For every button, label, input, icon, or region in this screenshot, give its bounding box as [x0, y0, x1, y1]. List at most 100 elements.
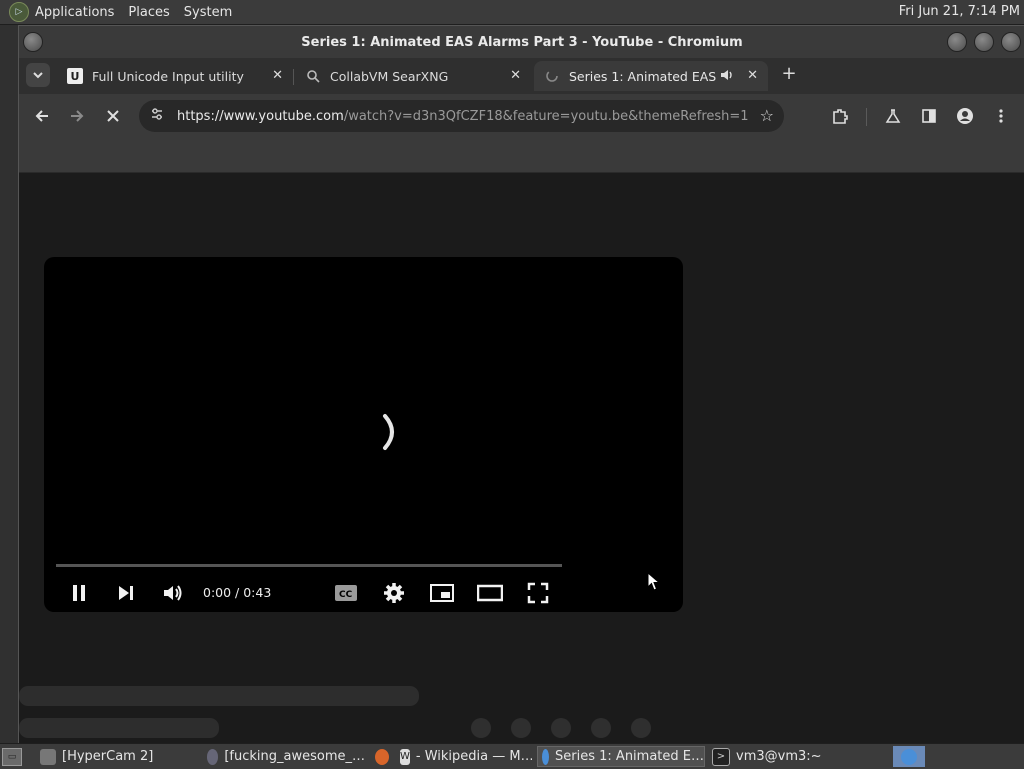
svg-text:CC: CC	[339, 590, 353, 600]
kebab-menu-icon[interactable]	[989, 104, 1013, 128]
taskbar-item-label: [fucking_awesome_…	[224, 749, 365, 764]
miniplayer-button[interactable]	[428, 579, 456, 607]
fullscreen-icon	[527, 582, 549, 604]
top-panel: ▷ Applications Places System Fri Jun 21,…	[0, 0, 1024, 25]
taskbar-item-firefox[interactable]	[371, 746, 395, 767]
captions-button[interactable]: CC	[332, 579, 360, 607]
tab-title: Full Unicode Input utility	[92, 68, 244, 84]
action-skeleton	[631, 718, 651, 738]
taskbar-item-terminal[interactable]: > vm3@vm3:~	[708, 746, 868, 767]
menu-places[interactable]: Places	[128, 5, 169, 20]
taskbar-item-label: - Wikipedia — M…	[415, 749, 532, 764]
firefox-icon	[375, 748, 389, 765]
unicode-u-icon: U	[67, 68, 83, 84]
address-bar[interactable]: https://www.youtube.com/watch?v=d3n3QfCZ…	[139, 100, 784, 132]
browser-window: Series 1: Animated EAS Alarms Part 3 - Y…	[18, 25, 1024, 744]
arrow-right-icon	[71, 110, 84, 122]
action-skeleton	[471, 718, 491, 738]
tab-unicode[interactable]: U Full Unicode Input utility ✕	[57, 61, 294, 91]
tab-strip: U Full Unicode Input utility ✕ CollabVM …	[19, 58, 1024, 94]
loading-icon	[544, 68, 560, 84]
cc-icon: CC	[335, 585, 357, 601]
time-display: 0:00 / 0:43	[203, 585, 272, 600]
taskbar-item-label: Series 1: Animated E…	[555, 749, 704, 764]
pause-button[interactable]	[65, 579, 93, 607]
tab-title: Series 1: Animated EAS Al	[569, 68, 719, 84]
desktop-edge	[0, 25, 19, 743]
browser-toolbar: https://www.youtube.com/watch?v=d3n3QfCZ…	[19, 94, 1024, 138]
taskbar-item-hypercam[interactable]: [HyperCam 2]	[36, 746, 196, 767]
window-menu-button[interactable]	[23, 32, 43, 52]
theater-mode-button[interactable]	[476, 579, 504, 607]
url-host: https://www.youtube.com	[177, 108, 344, 124]
tab-searxng[interactable]: CollabVM SearXNG ✕	[295, 61, 531, 91]
arrow-left-icon	[35, 110, 48, 122]
bookmark-star-icon[interactable]: ☆	[760, 106, 774, 125]
miniplayer-icon	[430, 584, 454, 602]
title-skeleton	[19, 686, 419, 706]
extensions-icon[interactable]	[828, 104, 852, 128]
channel-skeleton	[19, 718, 219, 738]
bottom-taskbar: ▭ [HyperCam 2] [fucking_awesome_… W - Wi…	[0, 743, 1024, 769]
mouse-cursor-icon	[647, 572, 661, 591]
taskbar-item-chromium[interactable]: Series 1: Animated E…	[537, 746, 705, 767]
volume-icon	[164, 585, 182, 601]
window-title: Series 1: Animated EAS Alarms Part 3 - Y…	[301, 34, 743, 50]
back-button[interactable]	[30, 104, 54, 128]
show-desktop-button[interactable]: ▭	[2, 748, 22, 766]
url-text: https://www.youtube.com/watch?v=d3n3QfCZ…	[177, 109, 749, 124]
action-skeleton	[551, 718, 571, 738]
menu-applications[interactable]: Applications	[35, 5, 114, 20]
forward-button[interactable]	[65, 104, 89, 128]
progress-bar[interactable]	[56, 564, 562, 567]
labs-flask-icon[interactable]	[881, 104, 905, 128]
gear-icon	[384, 583, 404, 603]
player-controls: 0:00 / 0:43 CC	[44, 575, 683, 609]
hypercam-icon	[40, 748, 56, 765]
media-icon	[207, 748, 219, 765]
audio-playing-icon[interactable]	[720, 68, 734, 85]
loading-spinner-icon	[379, 412, 403, 452]
toolbar-separator	[866, 108, 867, 126]
tab-youtube[interactable]: Series 1: Animated EAS Al ✕	[534, 61, 768, 91]
terminal-icon: >	[712, 747, 730, 766]
wikipedia-icon: W	[400, 748, 410, 765]
tab-title: CollabVM SearXNG	[330, 68, 449, 84]
tab-close-icon[interactable]: ✕	[272, 68, 283, 83]
new-tab-button[interactable]: +	[777, 63, 801, 84]
stop-loading-button[interactable]	[101, 104, 125, 128]
site-info-icon[interactable]	[147, 107, 167, 125]
maximize-button[interactable]	[974, 32, 994, 52]
taskbar-item-label: vm3@vm3:~	[736, 749, 822, 764]
taskbar-item-media[interactable]: [fucking_awesome_…	[203, 746, 365, 767]
clock[interactable]: Fri Jun 21, 7:14 PM	[899, 4, 1020, 19]
tab-close-icon[interactable]: ✕	[747, 68, 758, 83]
minimize-button[interactable]	[947, 32, 967, 52]
profile-avatar-icon[interactable]	[953, 104, 977, 128]
chromium-icon	[901, 748, 917, 765]
close-window-button[interactable]	[1001, 32, 1021, 52]
workspace-switcher[interactable]	[893, 746, 925, 767]
mute-button[interactable]	[159, 579, 187, 607]
tab-close-icon[interactable]: ✕	[510, 68, 521, 83]
side-panel-icon[interactable]	[917, 104, 941, 128]
searxng-icon	[305, 68, 321, 84]
video-player[interactable]: 0:00 / 0:43 CC	[44, 257, 683, 612]
youtube-page: 0:00 / 0:43 CC	[19, 173, 1024, 744]
tab-search-button[interactable]	[26, 63, 50, 87]
settings-button[interactable]	[380, 579, 408, 607]
theater-icon	[477, 584, 503, 602]
window-titlebar[interactable]: Series 1: Animated EAS Alarms Part 3 - Y…	[19, 26, 1024, 58]
taskbar-item-wikipedia[interactable]: W - Wikipedia — M…	[396, 746, 532, 767]
url-path: /watch?v=d3n3QfCZF18&feature=youtu.be&th…	[343, 108, 749, 124]
taskbar-item-label: [HyperCam 2]	[62, 749, 154, 764]
distro-logo-icon[interactable]: ▷	[9, 2, 29, 22]
bookmarks-bar	[19, 138, 1024, 173]
action-skeleton	[591, 718, 611, 738]
skip-next-icon	[119, 586, 133, 600]
chromium-icon	[542, 748, 550, 765]
action-skeleton	[511, 718, 531, 738]
next-button[interactable]	[112, 579, 140, 607]
menu-system[interactable]: System	[184, 5, 232, 20]
fullscreen-button[interactable]	[524, 579, 552, 607]
